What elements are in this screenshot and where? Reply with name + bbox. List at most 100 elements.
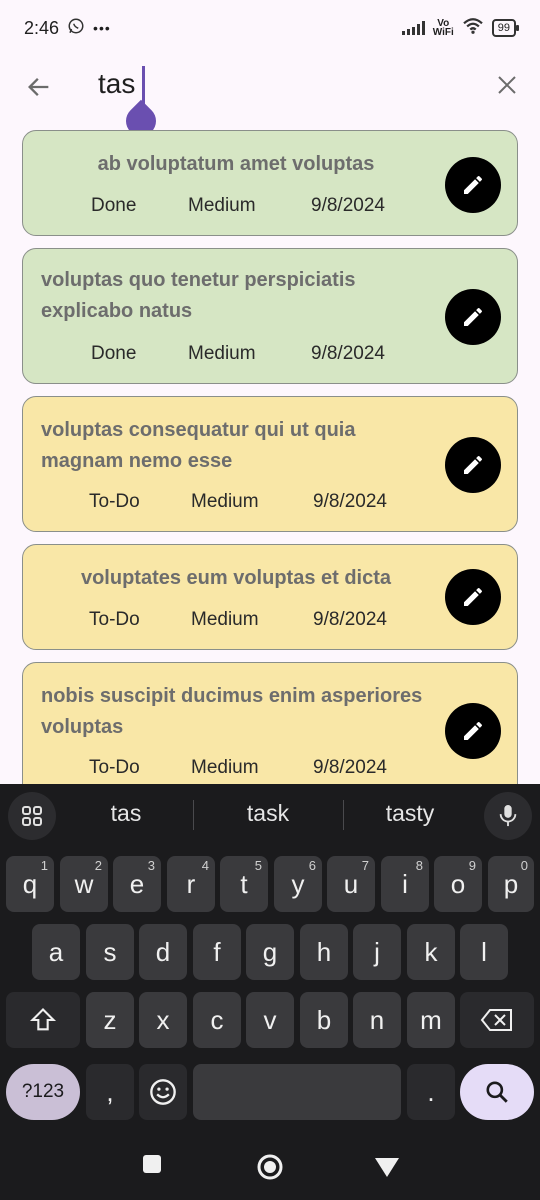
back-button[interactable]	[22, 70, 56, 104]
suggestion-item[interactable]: tas	[56, 800, 196, 827]
key-x[interactable]: x	[139, 992, 187, 1048]
key-hint: 4	[201, 858, 209, 873]
suggestion-item[interactable]: tasty	[340, 800, 480, 827]
key-label: f	[213, 936, 221, 967]
key-label: ,	[106, 1076, 114, 1107]
key-label: m	[420, 1004, 442, 1035]
key-j[interactable]: j	[353, 924, 401, 980]
edit-pencil-icon	[464, 175, 483, 194]
back-nav-button[interactable]	[374, 1156, 400, 1183]
status-time: 2:46	[24, 17, 60, 38]
battery-icon: 99	[491, 19, 520, 37]
key-d[interactable]: d	[139, 924, 187, 980]
recents-button[interactable]	[142, 1154, 162, 1179]
key-h[interactable]: h	[300, 924, 348, 980]
key-label: w	[74, 868, 94, 899]
key-label: p	[503, 868, 519, 899]
task-title: voluptas consequatur qui ut quia magnam …	[41, 419, 356, 472]
key-t[interactable]: t5	[220, 856, 268, 912]
key-g[interactable]: g	[246, 924, 294, 980]
key-f[interactable]: f	[193, 924, 241, 980]
shift-key[interactable]	[6, 992, 80, 1048]
key-r[interactable]: r4	[167, 856, 215, 912]
key-y[interactable]: y6	[274, 856, 322, 912]
task-priority: Medium	[191, 491, 259, 512]
emoji-key[interactable]	[139, 1064, 187, 1120]
edit-task-button[interactable]	[445, 569, 501, 625]
search-input[interactable]	[98, 68, 458, 100]
key-e[interactable]: e3	[113, 856, 161, 912]
key-hint: 7	[361, 858, 369, 873]
edit-task-button[interactable]	[445, 437, 501, 493]
key-z[interactable]: z	[86, 992, 134, 1048]
edit-task-button[interactable]	[445, 289, 501, 345]
home-button[interactable]	[256, 1153, 284, 1186]
task-card[interactable]: voluptates eum voluptas et dicta To-Do M…	[22, 544, 518, 650]
signal-icon	[401, 21, 425, 35]
microphone-icon	[499, 805, 517, 827]
key-a[interactable]: a	[32, 924, 80, 980]
task-card[interactable]: ab voluptatum amet voluptas Done Medium …	[22, 130, 518, 236]
task-card[interactable]: voluptas quo tenetur perspiciatis explic…	[22, 248, 518, 384]
task-card[interactable]: nobis suscipit ducimus enim asperiores v…	[22, 662, 518, 784]
edit-pencil-icon	[464, 721, 483, 740]
task-date: 9/8/2024	[313, 491, 387, 512]
key-u[interactable]: u7	[327, 856, 375, 912]
space-key[interactable]	[193, 1064, 401, 1120]
more-notifications-icon: •••	[93, 20, 111, 36]
key-w[interactable]: w2	[60, 856, 108, 912]
apps-grid-icon	[22, 806, 42, 826]
task-status: To-Do	[89, 757, 140, 778]
task-card[interactable]: voluptas consequatur qui ut quia magnam …	[22, 396, 518, 532]
edit-pencil-icon	[464, 307, 483, 326]
close-icon	[498, 76, 516, 94]
key-v[interactable]: v	[246, 992, 294, 1048]
clear-search-button[interactable]	[492, 70, 522, 100]
key-c[interactable]: c	[193, 992, 241, 1048]
task-title: voluptates eum voluptas et dicta	[80, 567, 392, 589]
key-label: n	[369, 1004, 385, 1035]
suggestion-divider	[193, 800, 194, 830]
keyboard-menu-button[interactable]	[8, 792, 56, 840]
key-label: x	[156, 1004, 170, 1035]
key-s[interactable]: s	[86, 924, 134, 980]
key-p[interactable]: p0	[488, 856, 534, 912]
system-navigation-bar	[0, 1136, 540, 1200]
square-icon	[143, 1155, 161, 1173]
task-status: To-Do	[89, 491, 140, 512]
edit-task-button[interactable]	[445, 157, 501, 213]
backspace-key[interactable]	[460, 992, 534, 1048]
shift-icon	[29, 1008, 57, 1031]
key-k[interactable]: k	[407, 924, 455, 980]
key-hint: 6	[308, 858, 316, 873]
key-hint: 3	[147, 858, 155, 873]
edit-task-button[interactable]	[445, 703, 501, 759]
comma-key[interactable]: ,	[86, 1064, 134, 1120]
task-priority: Medium	[191, 757, 259, 778]
key-o[interactable]: o9	[434, 856, 482, 912]
search-action-key[interactable]	[460, 1064, 534, 1120]
key-hint: 2	[94, 858, 102, 873]
home-circle-icon	[257, 1154, 283, 1180]
task-list: ab voluptatum amet voluptas Done Medium …	[0, 124, 540, 784]
key-i[interactable]: i8	[381, 856, 429, 912]
key-l[interactable]: l	[460, 924, 508, 980]
key-label: i	[402, 868, 408, 899]
period-key[interactable]: .	[407, 1064, 455, 1120]
key-n[interactable]: n	[353, 992, 401, 1048]
key-q[interactable]: q1	[6, 856, 54, 912]
search-bar	[0, 56, 540, 143]
task-date: 9/8/2024	[311, 195, 385, 216]
key-hint: 5	[254, 858, 262, 873]
key-label: h	[316, 936, 332, 967]
task-priority: Medium	[188, 195, 256, 216]
suggestion-item[interactable]: task	[198, 800, 338, 827]
key-b[interactable]: b	[300, 992, 348, 1048]
key-label: o	[450, 868, 466, 899]
task-date: 9/8/2024	[313, 757, 387, 778]
status-left: 2:46 •••	[24, 17, 111, 40]
symbols-key[interactable]: ?123	[6, 1064, 80, 1120]
key-m[interactable]: m	[407, 992, 455, 1048]
voice-input-button[interactable]	[484, 792, 532, 840]
arrow-back-icon	[28, 78, 49, 96]
